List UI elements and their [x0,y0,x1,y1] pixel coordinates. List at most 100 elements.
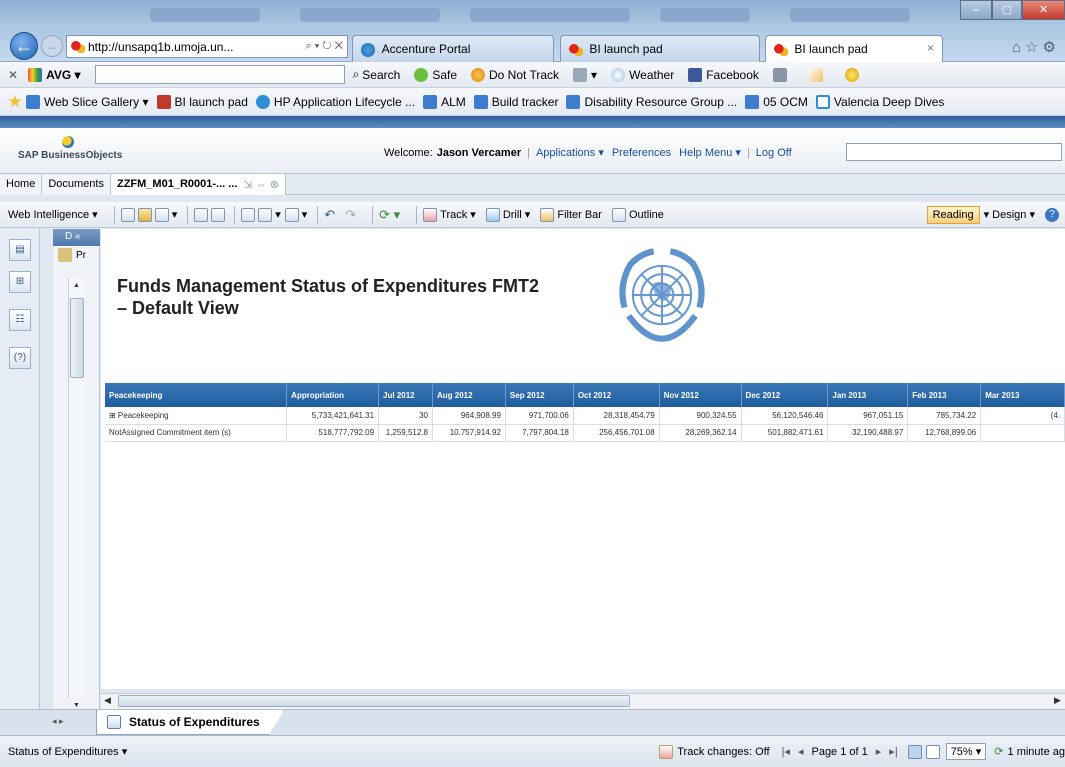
zoom-select[interactable]: 75% ▾ [945,743,987,760]
favorites-star-icon[interactable] [8,94,22,108]
table-row: NotAssigned Commitment item (s) 518,777,… [105,424,1065,442]
weather-button[interactable]: Weather [611,67,674,82]
scroll-left-arrow[interactable]: ◀ [104,695,111,706]
webi-toolbar: Web Intelligence ▾ ▾ ▾ ▾ ↶ ↷ ⟳ ▾ Track ▾… [0,202,1065,228]
design-mode-button[interactable]: ▾ Design ▾ [984,208,1035,221]
tab-home[interactable]: Home [0,173,43,195]
fav-bi-launch-pad[interactable]: BI launch pad [156,94,248,109]
prompt-summary-icon[interactable]: (?) [9,347,31,369]
input-controls-icon[interactable]: ☷ [9,309,31,331]
tab-bi-launch-pad-active[interactable]: BI launch pad × [765,35,943,62]
help-menu[interactable]: Help Menu ▾ [679,146,741,159]
col-header[interactable]: Nov 2012 [659,383,742,407]
log-off-link[interactable]: Log Off [756,147,792,159]
tab-scroll-arrows[interactable]: ◂ ▸ [52,716,64,727]
trash-dropdown[interactable]: ▾ [573,67,597,82]
refresh-icon[interactable]: ⟳ ▾ [379,207,400,223]
tab-status-of-expenditures[interactable]: Status of Expenditures [96,710,284,735]
document-summary-icon[interactable]: ▤ [9,239,31,261]
col-header[interactable]: Mar 2013 [980,383,1065,407]
track-data-icon[interactable] [241,207,256,222]
scroll-down-arrow[interactable]: ▼ [73,702,80,709]
fav-disability-resource[interactable]: Disability Resource Group ... [566,94,737,109]
col-header[interactable]: Peacekeeping [105,383,288,407]
save-icon[interactable] [154,207,169,222]
address-text: http://unsapq1b.umoja.un... [88,39,234,54]
avg-search-button[interactable]: ⌕ Search [353,67,401,82]
undo-icon[interactable]: ↶ [324,207,335,223]
tab-accenture-portal[interactable]: Accenture Portal [352,35,554,62]
tab-documents[interactable]: Documents [42,173,111,195]
next-page-button[interactable]: ▸ [876,745,882,758]
col-header[interactable]: Oct 2012 [573,383,660,407]
drill-button[interactable]: Drill ▾ [485,207,530,222]
address-bar[interactable]: http://unsapq1b.umoja.un... ⌕ ▾ ↻ ✕ [66,35,348,58]
redo-icon[interactable]: ↷ [345,207,356,223]
close-toolbar-icon[interactable]: ✕ [8,68,18,82]
fav-valencia[interactable]: Valencia Deep Dives [815,94,944,109]
tab-current-document[interactable]: ZZFM_M01_R0001-... ... ⇲ ⇔ ⊗ [110,173,286,195]
header-search-input[interactable] [846,143,1062,161]
maximize-button[interactable]: ▢ [992,0,1022,20]
note-icon[interactable] [808,67,823,82]
col-header[interactable]: Sep 2012 [505,383,574,407]
col-header[interactable]: Appropriation [286,383,380,407]
forward-arrow-icon[interactable]: → [41,35,63,57]
preferences-link[interactable]: Preferences [612,147,671,159]
col-header[interactable]: Dec 2012 [741,383,829,407]
scroll-up-arrow[interactable]: ▲ [73,282,80,289]
mail-icon[interactable] [284,207,299,222]
track-changes-status[interactable]: Track changes: Off [659,744,770,759]
reading-mode-button[interactable]: Reading [926,205,980,224]
pin-icon[interactable]: ⇲ ⇔ ⊗ [243,178,279,191]
first-page-button[interactable]: |◂ [782,745,790,758]
do-not-track-button[interactable]: Do Not Track [471,67,559,82]
track-button[interactable]: Track ▾ [423,207,476,222]
report-selector[interactable]: Status of Expenditures ▾ [8,745,127,758]
web-intelligence-menu[interactable]: Web Intelligence ▾ [8,208,98,221]
applications-menu[interactable]: Applications ▾ [536,146,604,159]
prev-page-button[interactable]: ◂ [798,745,804,758]
fav-05-ocm[interactable]: 05 OCM [745,94,808,109]
close-window-button[interactable]: ✕ [1022,0,1065,20]
fav-hp-alm[interactable]: HP Application Lifecycle ... [255,94,415,109]
page-mode-icon[interactable] [925,744,940,759]
nav-scroll-thumb[interactable] [70,298,84,378]
avg-brand[interactable]: AVG ▾ [28,67,81,82]
ie-icon [361,42,375,57]
fav-alm[interactable]: ALM [423,94,466,109]
horizontal-scroll-thumb[interactable] [118,695,630,707]
filter-bar-button[interactable]: Filter Bar [540,207,602,222]
home-star-gear-icons[interactable]: ⌂☆⚙ [1012,38,1060,56]
col-header[interactable]: Aug 2012 [432,383,506,407]
back-arrow-icon[interactable]: ← [10,32,38,60]
col-header[interactable]: Jan 2013 [827,383,909,407]
calculator-icon[interactable] [772,67,787,82]
export-icon[interactable] [258,207,273,222]
find-icon[interactable] [211,207,226,222]
tab-close-icon[interactable]: × [927,41,934,55]
safe-button[interactable]: Safe [414,67,457,82]
navigation-map-icon[interactable]: ⊞ [9,271,31,293]
new-doc-icon[interactable] [120,207,135,222]
outline-button[interactable]: Outline [611,207,664,222]
scroll-right-arrow[interactable]: ▶ [1054,695,1061,706]
nav-item[interactable]: Pr [58,248,86,262]
col-header[interactable]: Jul 2012 [378,383,433,407]
tab-bi-launch-pad[interactable]: BI launch pad [560,35,760,62]
last-page-button[interactable]: ▸| [889,745,897,758]
fav-web-slice-gallery[interactable]: Web Slice Gallery ▾ [26,94,149,109]
smiley-icon[interactable] [844,67,859,82]
print-icon[interactable] [194,207,209,222]
facebook-button[interactable]: Facebook [688,67,759,82]
nav-panel-header[interactable]: D « [53,229,100,246]
minimize-button[interactable]: – [960,0,992,20]
address-controls[interactable]: ⌕ ▾ ↻ ✕ [305,40,343,53]
quick-display-icon[interactable] [907,744,922,759]
open-folder-icon[interactable] [137,207,152,222]
help-icon[interactable]: ? [1045,207,1059,222]
fav-build-tracker[interactable]: Build tracker [473,94,558,109]
row-label-expandable[interactable]: ⊞ Peacekeeping [105,407,288,425]
col-header[interactable]: Feb 2013 [907,383,982,407]
avg-search-input[interactable] [94,65,345,84]
